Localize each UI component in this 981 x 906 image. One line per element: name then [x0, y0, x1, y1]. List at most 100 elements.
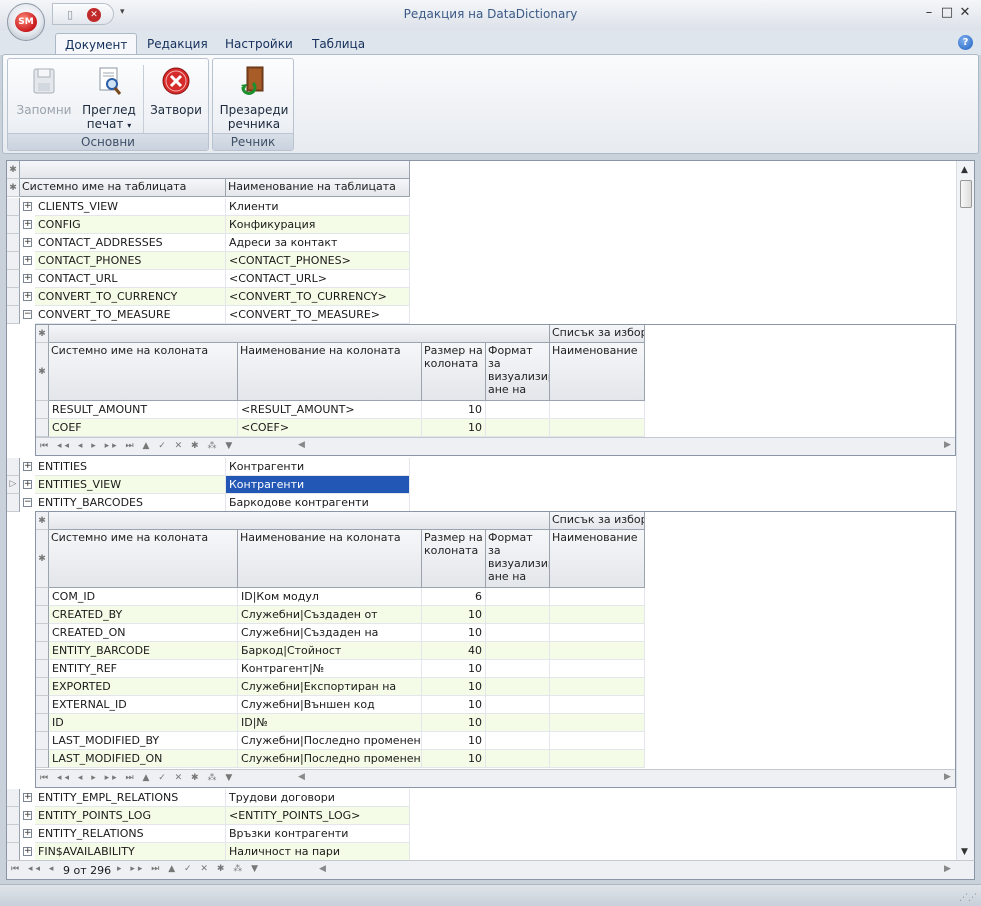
cell-system-name[interactable]: CONVERT_TO_CURRENCY [35, 288, 226, 306]
table-row[interactable]: + CONFIG Конфикурация [7, 216, 410, 234]
detail-col-system-name[interactable]: Системно име на колоната [49, 530, 238, 588]
row-indicator[interactable] [7, 270, 20, 288]
cell-column-format[interactable] [486, 642, 550, 660]
cell-lookup-name[interactable] [550, 678, 645, 696]
nav-first-prev-icons[interactable]: ⏮ ◂◂ ◂ [11, 864, 56, 874]
detail-col-system-name[interactable]: Системно име на колоната [49, 343, 238, 401]
expand-icon[interactable]: + [23, 811, 32, 820]
cell-column-system-name[interactable]: CREATED_ON [49, 624, 238, 642]
row-indicator[interactable] [36, 696, 49, 714]
expand-icon[interactable]: + [23, 462, 32, 471]
row-indicator[interactable] [7, 825, 20, 843]
cell-system-name[interactable]: CONTACT_PHONES [35, 252, 226, 270]
row-indicator[interactable] [7, 252, 20, 270]
save-button[interactable]: Запомни [14, 63, 74, 117]
cell-column-format[interactable] [486, 750, 550, 768]
cell-system-name[interactable]: CLIENTS_VIEW [35, 198, 226, 216]
row-indicator[interactable] [36, 606, 49, 624]
table-row[interactable]: − ENTITY_BARCODES Баркодове контрагенти [7, 494, 410, 512]
row-indicator[interactable] [36, 624, 49, 642]
detail-row[interactable]: LAST_MODIFIED_BY Служебни|Последно промен… [36, 732, 645, 750]
detail-col-lookup-name[interactable]: Наименование [550, 530, 645, 588]
cell-table-name[interactable]: Конфикурация [226, 216, 410, 234]
detail-row[interactable]: RESULT_AMOUNT <RESULT_AMOUNT> 10 [36, 401, 645, 419]
cell-column-size[interactable]: 10 [422, 660, 486, 678]
row-indicator[interactable]: ▷ [7, 476, 20, 494]
cell-lookup-name[interactable] [550, 588, 645, 606]
detail-grid-convert-to-measure[interactable]: ✱ Списък за избор ✱ Системно име на коло… [35, 324, 956, 456]
table-row[interactable]: + ENTITIES Контрагенти [7, 458, 410, 476]
cell-lookup-name[interactable] [550, 660, 645, 678]
print-preview-button[interactable]: Преглед печат ▾ [78, 63, 140, 133]
application-menu-button[interactable]: SM [7, 3, 45, 41]
cell-column-size[interactable]: 10 [422, 714, 486, 732]
cell-system-name[interactable]: ENTITY_EMPL_RELATIONS [35, 789, 226, 807]
cell-column-system-name[interactable]: LAST_MODIFIED_ON [49, 750, 238, 768]
cell-column-size[interactable]: 10 [422, 678, 486, 696]
row-indicator[interactable] [36, 401, 49, 419]
col-header-table-name[interactable]: Наименование на таблицата [226, 179, 410, 197]
expand-icon[interactable]: + [23, 480, 32, 489]
cell-system-name[interactable]: CONVERT_TO_MEASURE [35, 306, 226, 324]
row-indicator[interactable] [36, 732, 49, 750]
detail-nav-buttons[interactable]: ⏮ ◂◂ ◂ ▸ ▸▸ ⏭ ▲ ✓ ✕ ✱ ⁂ ▼ [40, 441, 235, 451]
cell-column-size[interactable]: 40 [422, 642, 486, 660]
cell-column-name[interactable]: Служебни|Създаден на [238, 624, 422, 642]
detail-grid-entity-barcodes[interactable]: ✱ Списък за избор ✱ Системно име на коло… [35, 511, 956, 788]
cell-system-name[interactable]: ENTITIES_VIEW [35, 476, 226, 494]
hscroll-left-icon[interactable]: ◀ [298, 440, 305, 453]
row-indicator[interactable] [7, 198, 20, 216]
row-indicator[interactable] [7, 789, 20, 807]
table-row[interactable]: + CONTACT_PHONES <CONTACT_PHONES> [7, 252, 410, 270]
cell-lookup-name[interactable] [550, 696, 645, 714]
expand-icon[interactable]: + [23, 829, 32, 838]
cell-column-system-name[interactable]: ENTITY_BARCODE [49, 642, 238, 660]
table-row[interactable]: ▷ + ENTITIES_VIEW Контрагенти [7, 476, 410, 494]
cell-table-name[interactable]: <CONTACT_URL> [226, 270, 410, 288]
maximize-button[interactable]: □ [938, 5, 956, 20]
detail-row[interactable]: COM_ID ID|Ком модул 6 [36, 588, 645, 606]
cell-table-name[interactable]: Наличност на пари [226, 843, 410, 861]
detail-nav-buttons[interactable]: ⏮ ◂◂ ◂ ▸ ▸▸ ⏭ ▲ ✓ ✕ ✱ ⁂ ▼ [40, 773, 235, 783]
row-indicator[interactable] [7, 288, 20, 306]
detail-col-format[interactable]: Формат за визуализир ане на данните [486, 343, 550, 401]
cell-column-name[interactable]: Служебни|Създаден от [238, 606, 422, 624]
row-indicator[interactable] [7, 807, 20, 825]
cell-table-name[interactable]: Връзки контрагенти [226, 825, 410, 843]
cell-lookup-name[interactable] [550, 606, 645, 624]
row-indicator[interactable] [7, 494, 20, 512]
cell-lookup-name[interactable] [550, 419, 645, 437]
cell-table-name[interactable]: Трудови договори [226, 789, 410, 807]
cell-table-name[interactable]: <CONVERT_TO_CURRENCY> [226, 288, 410, 306]
col-header-system-name[interactable]: Системно име на таблицата [20, 179, 226, 197]
cell-column-format[interactable] [486, 678, 550, 696]
detail-row[interactable]: ID ID|№ 10 [36, 714, 645, 732]
cell-lookup-name[interactable] [550, 642, 645, 660]
cell-column-system-name[interactable]: COM_ID [49, 588, 238, 606]
collapse-icon[interactable]: − [23, 498, 32, 507]
row-indicator[interactable] [7, 843, 20, 861]
row-indicator[interactable] [7, 458, 20, 476]
cell-column-size[interactable]: 10 [422, 696, 486, 714]
cell-column-system-name[interactable]: ENTITY_REF [49, 660, 238, 678]
table-row[interactable]: + ENTITY_RELATIONS Връзки контрагенти [7, 825, 410, 843]
scroll-down-icon[interactable]: ▼ [961, 847, 968, 857]
cell-column-size[interactable]: 6 [422, 588, 486, 606]
minimize-button[interactable]: – [920, 5, 938, 20]
cell-table-name[interactable]: Контрагенти [226, 476, 410, 494]
table-row[interactable]: + CONVERT_TO_CURRENCY <CONVERT_TO_CURRENCY… [7, 288, 410, 306]
expand-icon[interactable]: + [23, 220, 32, 229]
table-row[interactable]: + CONTACT_ADDRESSES Адреси за контакт [7, 234, 410, 252]
cell-system-name[interactable]: FIN$AVAILABILITY [35, 843, 226, 861]
row-indicator[interactable] [36, 660, 49, 678]
cell-column-name[interactable]: Служебни|Експортиран на [238, 678, 422, 696]
cell-column-format[interactable] [486, 696, 550, 714]
expand-icon[interactable]: + [23, 847, 32, 856]
cell-column-system-name[interactable]: CREATED_BY [49, 606, 238, 624]
row-indicator[interactable] [36, 678, 49, 696]
detail-col-lookup-name[interactable]: Наименование [550, 343, 645, 401]
row-indicator[interactable] [36, 642, 49, 660]
detail-col-name[interactable]: Наименование на колоната [238, 530, 422, 588]
tab-settings[interactable]: Настройки [216, 33, 302, 55]
detail-row[interactable]: CREATED_ON Служебни|Създаден на 10 [36, 624, 645, 642]
